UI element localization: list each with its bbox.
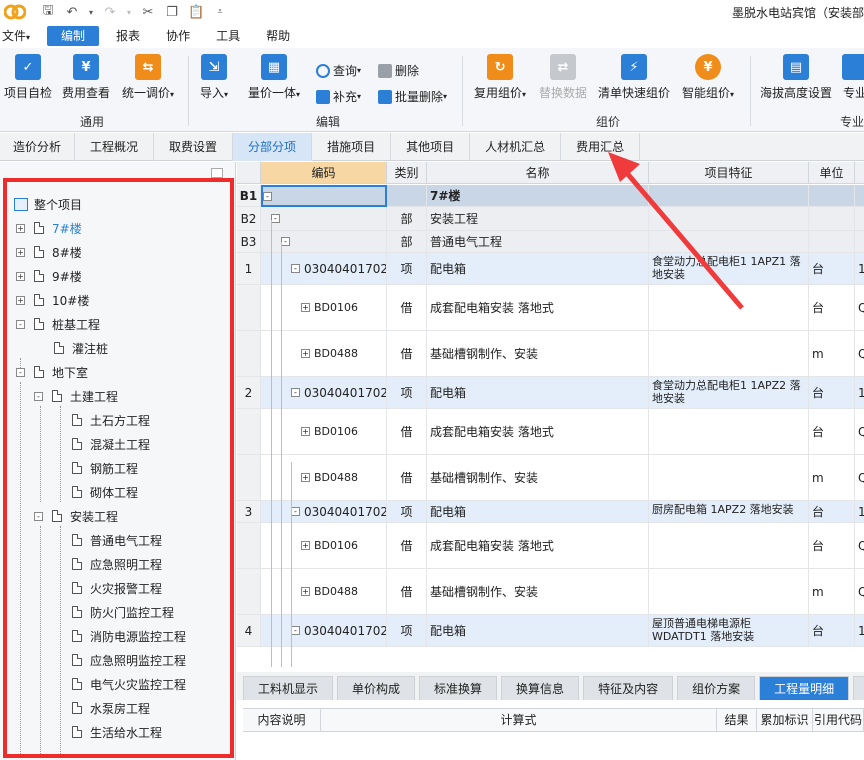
arrow-head: [608, 152, 640, 182]
annotation-arrow: [608, 152, 744, 310]
arrow-shaft: [624, 170, 744, 310]
